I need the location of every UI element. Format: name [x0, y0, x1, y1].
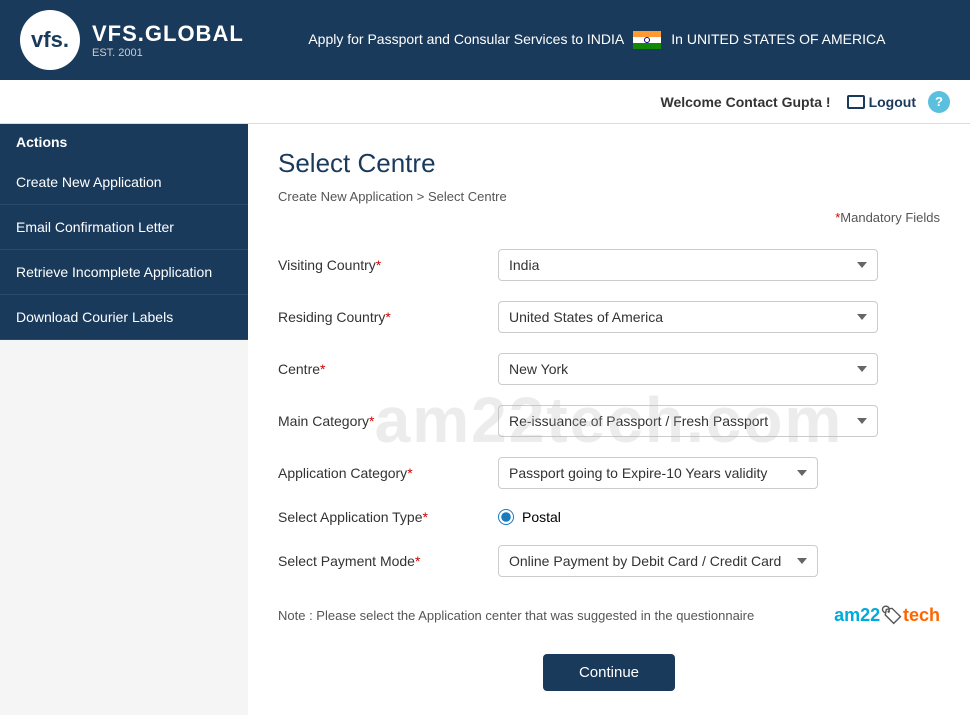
am22-icon: 🏷	[880, 605, 903, 625]
sidebar-item-email-confirmation[interactable]: Email Confirmation Letter	[0, 205, 248, 250]
application-category-label: Application Category*	[278, 465, 498, 481]
application-category-select[interactable]: Passport going to Expire-10 Years validi…	[498, 457, 818, 489]
application-type-label: Select Application Type*	[278, 509, 498, 525]
application-category-row: Application Category* Passport going to …	[278, 457, 940, 489]
sidebar-item-download-courier[interactable]: Download Courier Labels	[0, 295, 248, 340]
main-category-row: Main Category* Re-issuance of Passport /…	[278, 405, 940, 437]
visiting-country-label: Visiting Country*	[278, 257, 498, 273]
sidebar: Actions Create New Application Email Con…	[0, 124, 248, 715]
breadcrumb-part1: Create New Application	[278, 189, 413, 204]
payment-mode-label: Select Payment Mode*	[278, 553, 498, 569]
breadcrumb: Create New Application > Select Centre	[278, 189, 940, 204]
brand-est: EST. 2001	[92, 47, 244, 59]
visiting-country-select[interactable]: India	[498, 249, 878, 281]
am22-text1: am22	[834, 605, 880, 625]
header-tagline: Apply for Passport and Consular Services…	[244, 31, 950, 49]
logout-button[interactable]: Logout	[847, 94, 916, 110]
main-category-label: Main Category*	[278, 413, 498, 429]
main-content: Select Centre Create New Application > S…	[248, 124, 970, 715]
page-layout: Actions Create New Application Email Con…	[0, 124, 970, 715]
residing-country-label: Residing Country*	[278, 309, 498, 325]
centre-label: Centre*	[278, 361, 498, 377]
mandatory-note: *Mandatory Fields	[278, 210, 940, 225]
centre-select[interactable]: New York	[498, 353, 878, 385]
residing-country-select[interactable]: United States of America	[498, 301, 878, 333]
brand-name: VFS.GLOBAL	[92, 21, 244, 47]
residing-country-row: Residing Country* United States of Ameri…	[278, 301, 940, 333]
am22-logo: am22🏷tech	[834, 605, 940, 626]
logo-area: vfs. VFS.GLOBAL EST. 2001	[20, 10, 244, 70]
continue-button[interactable]: Continue	[543, 654, 675, 691]
sidebar-title: Actions	[0, 124, 248, 160]
main-category-select[interactable]: Re-issuance of Passport / Fresh Passport	[498, 405, 878, 437]
breadcrumb-part2: Select Centre	[428, 189, 507, 204]
visiting-country-row: Visiting Country* India	[278, 249, 940, 281]
logout-icon	[847, 95, 865, 109]
help-button[interactable]: ?	[928, 91, 950, 113]
am22-text2: tech	[903, 605, 940, 625]
page-title: Select Centre	[278, 148, 940, 179]
postal-label: Postal	[522, 509, 561, 525]
note-text: Note : Please select the Application cen…	[278, 608, 754, 623]
payment-mode-select[interactable]: Online Payment by Debit Card / Credit Ca…	[498, 545, 818, 577]
application-type-radio-group: Postal	[498, 509, 561, 525]
centre-row: Centre* New York	[278, 353, 940, 385]
note-row: Note : Please select the Application cen…	[278, 597, 940, 634]
continue-btn-row: Continue	[278, 654, 940, 691]
header: vfs. VFS.GLOBAL EST. 2001 Apply for Pass…	[0, 0, 970, 80]
india-flag	[633, 31, 661, 49]
sidebar-item-create-new-application[interactable]: Create New Application	[0, 160, 248, 205]
brand-text: VFS.GLOBAL EST. 2001	[92, 21, 244, 59]
vfs-logo: vfs.	[20, 10, 80, 70]
welcome-text: Welcome Contact Gupta !	[660, 94, 830, 110]
payment-mode-row: Select Payment Mode* Online Payment by D…	[278, 545, 940, 577]
sub-header: Welcome Contact Gupta ! Logout ?	[0, 80, 970, 124]
postal-radio[interactable]	[498, 509, 514, 525]
application-type-row: Select Application Type* Postal	[278, 509, 940, 525]
main-wrapper: am22tech.com Select Centre Create New Ap…	[248, 124, 970, 715]
breadcrumb-sep: >	[417, 189, 428, 204]
sidebar-item-retrieve-incomplete[interactable]: Retrieve Incomplete Application	[0, 250, 248, 295]
